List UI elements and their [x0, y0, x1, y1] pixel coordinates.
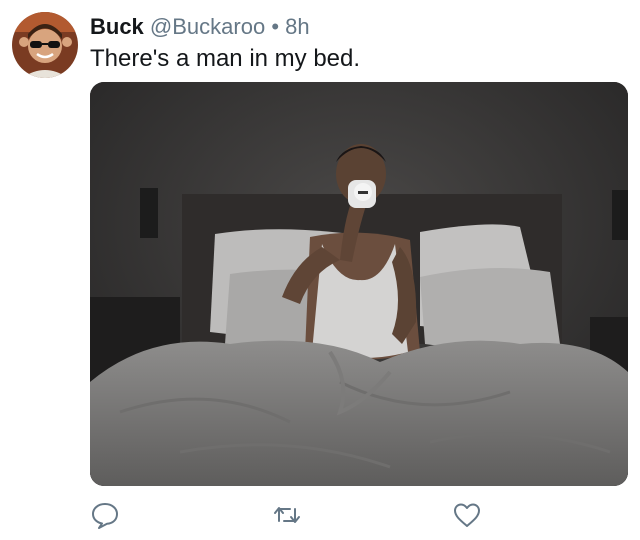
retweet-button[interactable]: [272, 500, 302, 530]
timestamp[interactable]: 8h: [285, 14, 309, 39]
speech-bubble-icon: [92, 503, 118, 529]
like-button[interactable]: [452, 500, 482, 530]
photo-man-in-bed: [90, 82, 628, 486]
author-name[interactable]: Buck: [90, 14, 144, 39]
tweet-header: Buck @Buckaroo • 8h: [90, 13, 310, 41]
heart-icon: [454, 503, 480, 527]
avatar[interactable]: [12, 12, 78, 78]
reply-button[interactable]: [90, 500, 120, 530]
author-handle[interactable]: @Buckaroo: [150, 14, 265, 39]
tweet-text: There's a man in my bed.: [90, 45, 361, 72]
tweet-actions: [0, 500, 640, 532]
tweet: Buck @Buckaroo • 8h There's a man in my …: [0, 0, 640, 540]
retweet-icon: [274, 507, 300, 523]
separator-dot: •: [271, 14, 280, 39]
avatar-image: [12, 12, 78, 78]
tweet-photo[interactable]: [90, 82, 628, 486]
